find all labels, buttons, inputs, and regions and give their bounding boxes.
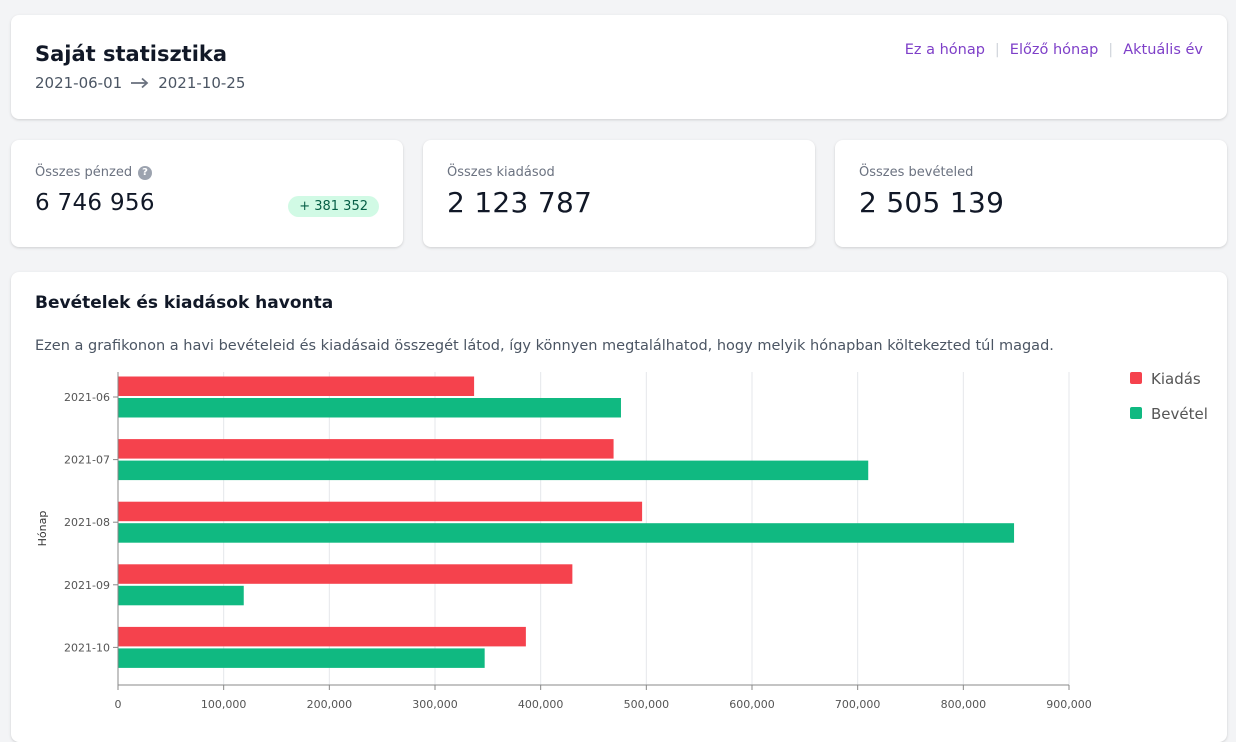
date-to: 2021-10-25	[158, 74, 246, 92]
stat-value-total: 6 746 956	[35, 190, 155, 216]
arrow-right-icon	[131, 77, 149, 89]
bar-expense	[118, 501, 643, 522]
x-tick-label: 500,000	[624, 698, 670, 711]
stat-label-total-text: Összes pénzed	[35, 165, 133, 180]
y-tick-label: 2021-07	[64, 454, 110, 467]
x-tick-label: 900,000	[1046, 698, 1092, 711]
nav-separator: |	[1108, 42, 1114, 58]
x-tick-label: 0	[115, 698, 122, 711]
stat-card-expense: Összes kiadásod 2 123 787	[423, 140, 815, 247]
stat-label-income: Összes bevételed	[859, 165, 974, 180]
x-tick-label: 800,000	[941, 698, 987, 711]
legend-label: Kiadás	[1151, 370, 1201, 388]
page-title: Saját statisztika	[35, 42, 228, 66]
delta-badge: + 381 352	[288, 196, 379, 217]
y-tick-label: 2021-06	[64, 391, 110, 404]
bar-expense	[118, 564, 573, 584]
y-axis-title: Hónap	[36, 511, 49, 547]
legend-label: Bevétel	[1151, 405, 1208, 423]
bar-expense	[118, 376, 475, 396]
y-tick-label: 2021-10	[64, 641, 110, 654]
nav-this-month[interactable]: Ez a hónap	[905, 42, 985, 58]
x-tick-label: 300,000	[412, 698, 458, 711]
nav-previous-month[interactable]: Előző hónap	[1010, 42, 1099, 58]
legend-swatch-income	[1130, 407, 1142, 419]
stat-label-total: Összes pénzed ?	[35, 165, 153, 180]
period-nav: Ez a hónap | Előző hónap | Aktuális év	[905, 42, 1203, 58]
bar-income	[118, 460, 869, 481]
y-tick-label: 2021-09	[64, 579, 110, 592]
date-range: 2021-06-01 2021-10-25	[35, 74, 245, 92]
x-tick-label: 700,000	[835, 698, 881, 711]
bar-income	[118, 648, 485, 668]
bar-expense	[118, 439, 614, 459]
x-tick-label: 400,000	[518, 698, 564, 711]
stat-card-income: Összes bevételed 2 505 139	[835, 140, 1227, 247]
stat-label-expense: Összes kiadásod	[447, 165, 555, 180]
bar-income	[118, 398, 621, 418]
bar-income	[118, 585, 244, 606]
x-tick-label: 100,000	[201, 698, 247, 711]
stat-card-total: Összes pénzed ? 6 746 956 + 381 352	[11, 140, 403, 247]
nav-separator: |	[994, 42, 1000, 58]
bar-expense	[118, 626, 526, 647]
stat-value-income: 2 505 139	[859, 186, 1005, 219]
x-tick-label: 600,000	[729, 698, 775, 711]
legend-swatch-expense	[1130, 372, 1142, 384]
date-from: 2021-06-01	[35, 74, 123, 92]
bar-chart: 0 100,000 200,000 300,000 400,000 500,000 600,…	[36, 370, 1208, 711]
x-tick-label: 200,000	[307, 698, 353, 711]
stat-value-expense: 2 123 787	[447, 186, 593, 219]
bar-income	[118, 523, 1015, 543]
help-icon[interactable]: ?	[138, 165, 153, 180]
header-card: Saját statisztika 2021-06-01 2021-10-25 …	[11, 15, 1227, 119]
chart-card: Bevételek és kiadások havonta Ezen a gra…	[11, 272, 1227, 742]
y-tick-label: 2021-08	[64, 516, 110, 529]
nav-current-year[interactable]: Aktuális év	[1123, 42, 1203, 58]
